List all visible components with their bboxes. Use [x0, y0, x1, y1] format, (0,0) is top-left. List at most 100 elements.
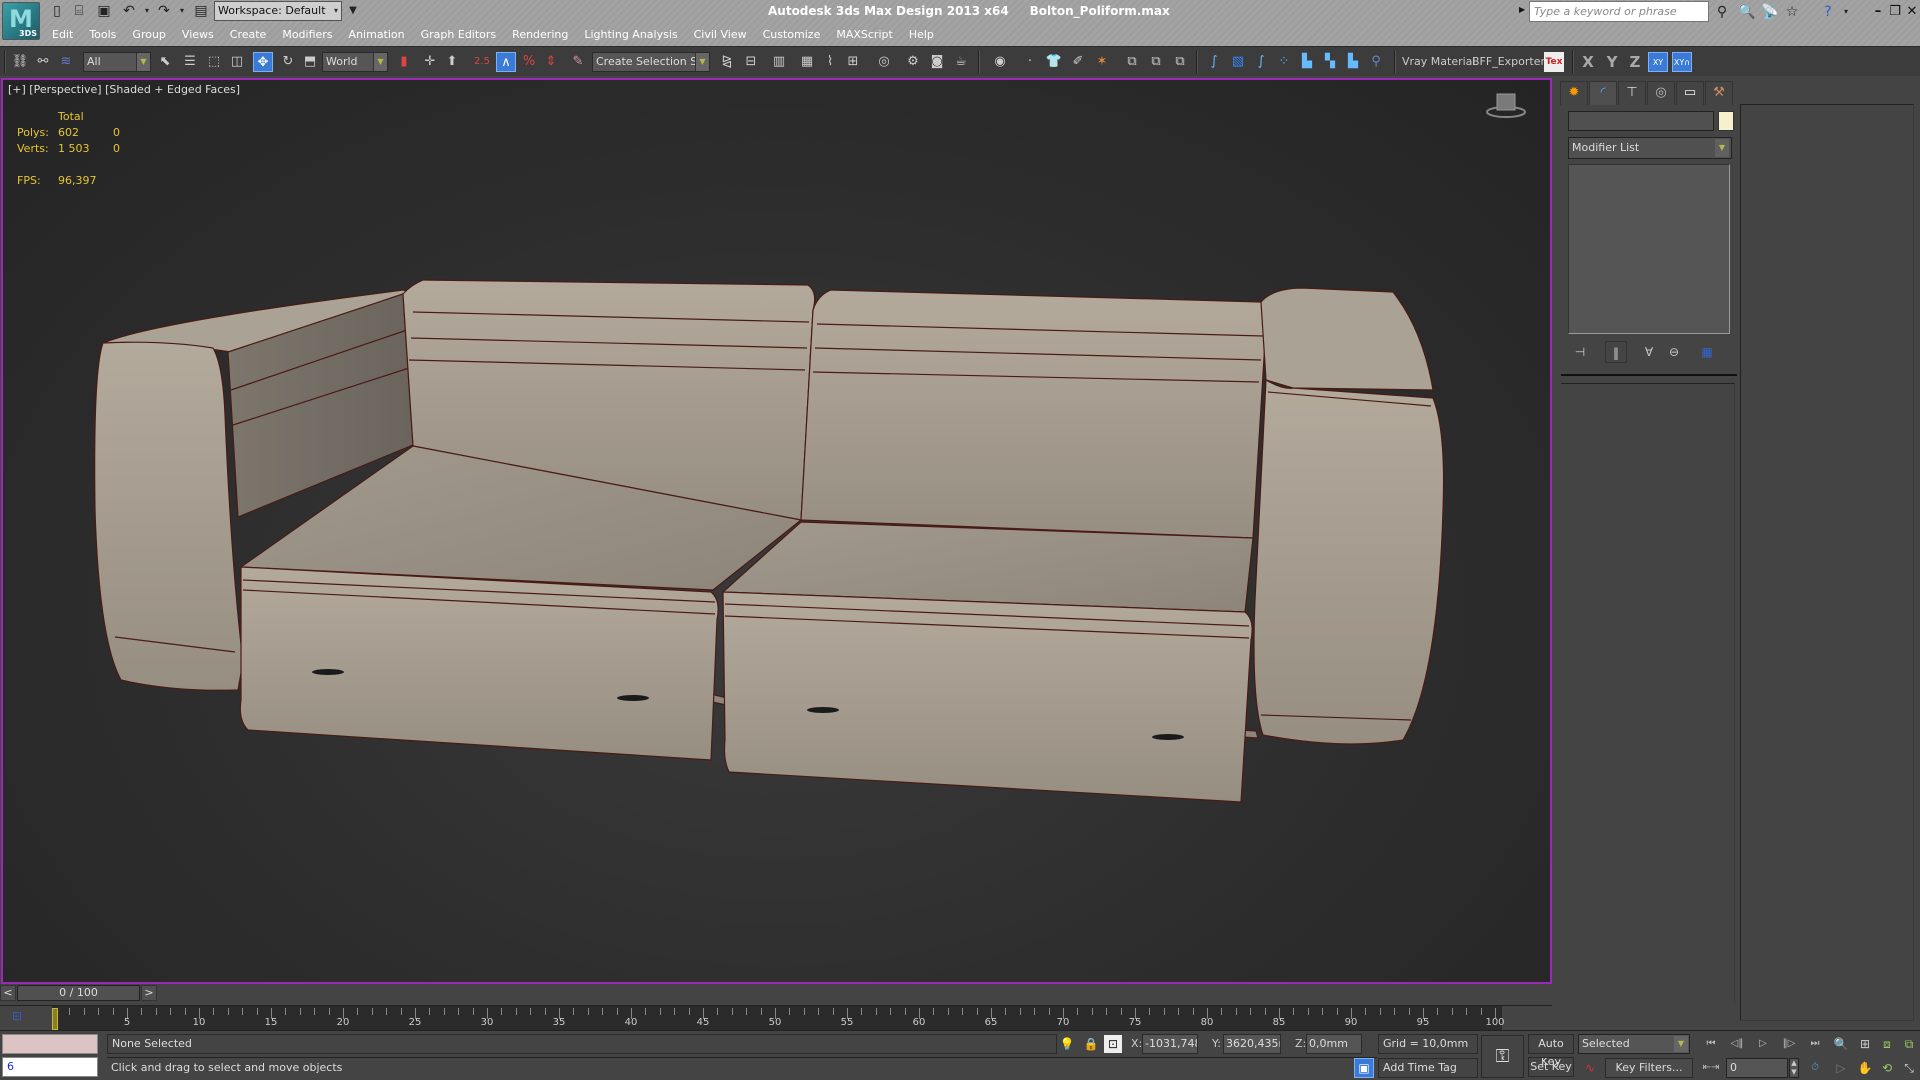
set-key-button[interactable]: Set Key [1528, 1057, 1574, 1077]
plugin-script-7-icon[interactable]: ▙ [1343, 52, 1363, 72]
render-frame-icon[interactable]: ⧉ [1146, 52, 1166, 72]
layer-manager-icon[interactable]: ▥ [769, 52, 789, 72]
maxscript-mini-listener-input[interactable]: 6 [2, 1057, 98, 1077]
plugin-script-5-icon[interactable]: ▙ [1297, 52, 1317, 72]
menu-graph-editors[interactable]: Graph Editors [413, 26, 505, 46]
zoom-extents-all-icon[interactable]: ⧉ [1898, 1034, 1920, 1054]
track-bar-ruler[interactable]: 0510152025303540455055606570758085909510… [52, 1006, 1505, 1031]
plugin-tool-icon[interactable]: ✐ [1068, 52, 1088, 72]
plugin-script-1-icon[interactable]: ∫ [1204, 52, 1224, 72]
axis-x-button[interactable]: X [1579, 52, 1597, 72]
y-coordinate-field[interactable]: 3620,435mm [1223, 1034, 1281, 1054]
redo-icon[interactable]: ↷ [155, 2, 173, 20]
render-setup-icon[interactable]: ⚙ [903, 52, 923, 72]
play-icon[interactable]: ▷ [1752, 1034, 1774, 1054]
angle-snap-icon[interactable]: ∧ [496, 52, 516, 72]
binoculars-icon[interactable]: ⚲ [1712, 2, 1732, 22]
toolbar-handle[interactable] [4, 51, 6, 73]
plugin-script-2-icon[interactable]: ▧ [1228, 52, 1248, 72]
motion-tab-icon[interactable]: ◎ [1647, 81, 1675, 105]
modify-tab-icon[interactable]: ◜ [1589, 81, 1617, 105]
axis-xy-button[interactable]: XY [1648, 52, 1668, 72]
key-mode-dropdown[interactable]: Selected ▼ [1578, 1034, 1690, 1054]
plugin-cloth-icon[interactable]: 👕 [1044, 52, 1064, 72]
hierarchy-tab-icon[interactable]: ⊤ [1618, 81, 1646, 105]
render-region-icon[interactable]: ⧉ [1122, 52, 1142, 72]
undo-dropdown-icon[interactable]: ▾ [138, 2, 156, 20]
schematic-view-icon[interactable]: ⊞ [843, 52, 863, 72]
select-and-move-icon[interactable]: ✥ [253, 52, 273, 72]
select-and-scale-icon[interactable]: ⬒ [300, 52, 320, 72]
menu-civil-view[interactable]: Civil View [686, 26, 755, 46]
select-by-name-icon[interactable]: ☰ [180, 52, 200, 72]
x-coordinate-field[interactable]: -1031,748mm [1142, 1034, 1198, 1054]
link-icon[interactable]: ⛓ [10, 52, 30, 72]
search-expand-icon[interactable]: ▶ [1519, 5, 1525, 14]
maxscript-listener-output[interactable] [2, 1034, 98, 1054]
orbit-icon[interactable]: ⟲ [1876, 1058, 1898, 1078]
utilities-tab-icon[interactable]: ⚒ [1705, 81, 1733, 105]
object-name-field[interactable] [1568, 111, 1714, 131]
z-coordinate-field[interactable]: 0,0mm [1306, 1034, 1362, 1054]
edit-named-selection-icon[interactable]: ✎ [568, 52, 588, 72]
restore-button[interactable]: ❐ [1887, 2, 1903, 22]
tex-button[interactable]: Tex [1544, 52, 1564, 72]
favorites-star-icon[interactable]: ☆ [1782, 2, 1802, 22]
frame-spinner[interactable]: ▲ ▼ [1789, 1058, 1799, 1078]
bff-exporter-button[interactable]: BFF_Exporter [1472, 53, 1545, 71]
zoom-extents-icon[interactable]: ⧈ [1876, 1034, 1898, 1054]
rendered-frame-window-icon[interactable]: ◙ [927, 52, 947, 72]
next-key-icon[interactable]: ‖▷ [1778, 1034, 1800, 1054]
undo-icon[interactable]: ↶ [120, 2, 138, 20]
object-color-swatch[interactable] [1718, 111, 1734, 131]
customize-quick-access-icon[interactable]: ▼ [344, 2, 362, 20]
menu-rendering[interactable]: Rendering [504, 26, 576, 46]
time-configuration-icon[interactable]: ⏱ [1804, 1058, 1826, 1078]
absolute-mode-transform-icon[interactable]: ⊡ [1104, 1035, 1122, 1053]
search-input[interactable]: Type a keyword or phrase [1529, 1, 1709, 22]
project-folder-icon[interactable]: ▤ [192, 2, 210, 20]
align-icon[interactable]: ⊟ [741, 52, 761, 72]
window-crossing-icon[interactable]: ◫ [227, 52, 247, 72]
plugin-light-icon[interactable]: · [1020, 52, 1040, 72]
current-frame-field[interactable]: 0 [1726, 1058, 1788, 1078]
render-teapot-icon[interactable]: ☕ [951, 52, 971, 72]
plugin-biped-icon[interactable]: ✶ [1092, 52, 1112, 72]
bind-space-warp-icon[interactable]: ≋ [56, 52, 76, 72]
close-button[interactable]: ✕ [1904, 2, 1920, 22]
current-frame-marker[interactable] [52, 1008, 58, 1030]
open-file-icon[interactable]: ⌸ [70, 2, 88, 20]
menu-views[interactable]: Views [174, 26, 222, 46]
make-unique-icon[interactable]: ∀ [1638, 341, 1660, 363]
spinner-snap-icon[interactable]: ⇕ [541, 52, 561, 72]
set-keys-icon[interactable]: ⚿ [1481, 1035, 1524, 1078]
axis-constraint-snap-button[interactable]: XY∩ [1672, 52, 1692, 72]
plugin-script-3-icon[interactable]: ∫ [1251, 52, 1271, 72]
remove-modifier-icon[interactable]: ⊖ [1663, 341, 1685, 363]
viewport-label-menu[interactable]: [+] [Perspective] [Shaded + Edged Faces] [8, 83, 240, 96]
menu-create[interactable]: Create [222, 26, 275, 46]
render-last-icon[interactable]: ⧉ [1170, 52, 1190, 72]
zoom-all-icon[interactable]: ⊞ [1854, 1034, 1876, 1054]
key-mode-toggle-icon[interactable]: ⇤⇥ [1700, 1058, 1722, 1078]
go-to-end-icon[interactable]: ⏭ [1804, 1034, 1826, 1054]
isolate-selection-icon[interactable]: 💡 [1058, 1035, 1076, 1053]
redo-dropdown-icon[interactable]: ▾ [173, 2, 191, 20]
mirror-icon[interactable]: ⧎ [717, 52, 737, 72]
percent-snap-icon[interactable]: % [519, 52, 539, 72]
snap-toggle-icon[interactable]: 2.5 [472, 52, 492, 72]
menu-animation[interactable]: Animation [341, 26, 413, 46]
select-object-icon[interactable]: ⬉ [155, 52, 175, 72]
select-manipulate-icon[interactable]: ✛ [420, 52, 440, 72]
help-icon[interactable]: ? [1818, 2, 1838, 22]
vray-material-button[interactable]: Vray Material [1402, 53, 1475, 71]
reference-coordinate-dropdown[interactable]: World ▼ [322, 52, 388, 72]
rectangular-selection-icon[interactable]: ⬚ [204, 52, 224, 72]
application-button[interactable]: M 3DS [2, 2, 40, 40]
create-tab-icon[interactable]: ✹ [1560, 81, 1588, 105]
menu-customize[interactable]: Customize [755, 26, 829, 46]
viewcube-icon[interactable] [1481, 86, 1531, 122]
pin-stack-icon[interactable]: ⊣ [1569, 341, 1591, 363]
modifier-list-dropdown[interactable]: Modifier List ▼ [1568, 137, 1732, 159]
selection-filter-dropdown[interactable]: All ▼ [83, 52, 151, 72]
